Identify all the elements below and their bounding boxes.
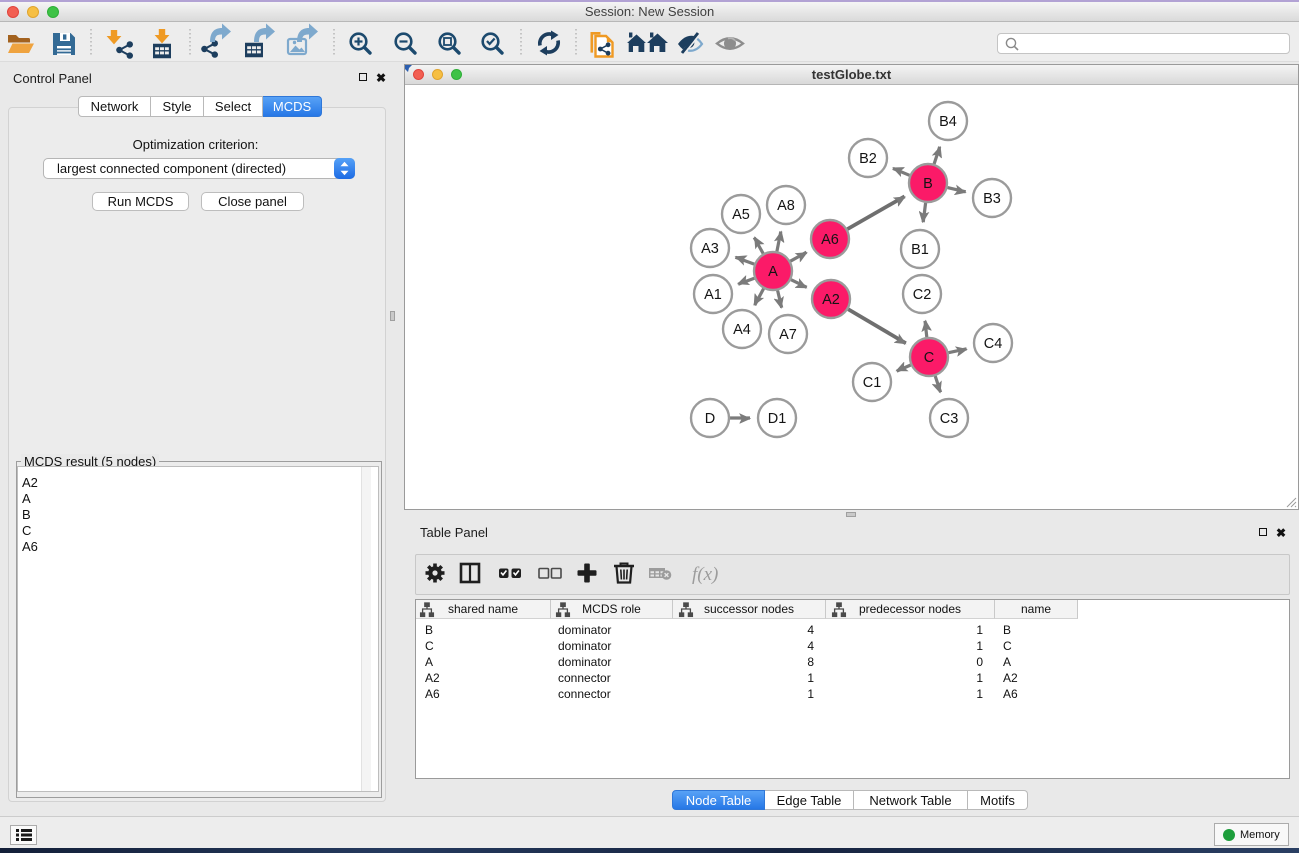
svg-text:D: D [705, 411, 715, 427]
svg-text:C1: C1 [863, 375, 882, 391]
svg-text:C4: C4 [984, 336, 1003, 352]
svg-text:A2: A2 [822, 292, 840, 308]
svg-text:C2: C2 [913, 287, 932, 303]
svg-text:C3: C3 [940, 411, 959, 427]
svg-text:B2: B2 [859, 151, 877, 167]
svg-text:C: C [924, 350, 934, 366]
svg-text:f(x): f(x) [692, 564, 718, 585]
svg-text:B4: B4 [939, 114, 957, 130]
svg-text:A5: A5 [732, 207, 750, 223]
svg-text:A1: A1 [704, 287, 722, 303]
svg-text:A7: A7 [779, 327, 797, 343]
svg-text:A3: A3 [701, 241, 719, 257]
svg-text:B3: B3 [983, 191, 1001, 207]
svg-text:A4: A4 [733, 322, 751, 338]
svg-text:B1: B1 [911, 242, 929, 258]
svg-text:A: A [768, 264, 778, 280]
svg-text:D1: D1 [768, 411, 787, 427]
svg-text:A6: A6 [821, 232, 839, 248]
svg-text:A8: A8 [777, 198, 795, 214]
svg-text:B: B [923, 176, 933, 192]
